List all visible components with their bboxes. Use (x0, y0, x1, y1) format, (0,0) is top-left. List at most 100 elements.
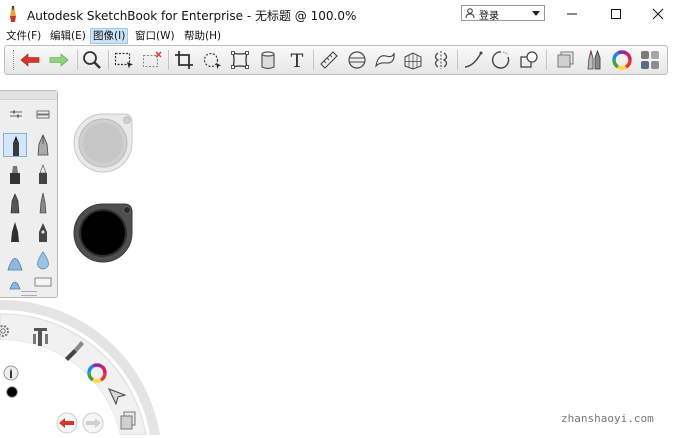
transform-button[interactable] (201, 49, 223, 71)
menu-bar: 文件(F) 编辑(E) 图像(I) 窗口(W) 帮助(H) (0, 28, 680, 44)
gear-icon[interactable] (0, 322, 12, 340)
user-icon (465, 8, 475, 18)
text-icon: T (291, 50, 304, 71)
water-drop-icon (37, 251, 49, 270)
airbrush-brush[interactable] (3, 249, 27, 273)
login-dropdown[interactable]: 登录 (461, 5, 545, 22)
ruler-button[interactable] (318, 49, 340, 71)
minimize-button[interactable] (554, 0, 590, 28)
brush-library-button[interactable] (583, 49, 605, 71)
marker-icon (10, 166, 20, 184)
toolbar-separator (546, 50, 547, 70)
french-curve-button[interactable] (374, 49, 396, 71)
redo-arrow-icon (49, 53, 69, 67)
select-clear-button[interactable] (141, 49, 163, 71)
toolbar-separator (108, 50, 109, 70)
svg-text:T: T (291, 50, 304, 71)
distort-icon (231, 51, 249, 69)
crop-button[interactable] (173, 49, 195, 71)
zoom-button[interactable] (81, 49, 103, 71)
menu-image[interactable]: 图像(I) (90, 28, 129, 44)
brush-size-puck[interactable] (72, 112, 134, 174)
brush-library-icon[interactable] (35, 108, 51, 120)
ellipse-guide-icon (348, 51, 366, 69)
ink-pen-icon (10, 193, 20, 214)
redo-button[interactable] (48, 49, 70, 71)
brush-tool-icon[interactable] (62, 338, 86, 362)
stroke-button[interactable] (462, 49, 484, 71)
close-button[interactable] (640, 0, 676, 28)
felt-pen-icon (39, 164, 47, 184)
brush-palette-resize-handle[interactable] (21, 291, 37, 296)
layers-icon[interactable] (118, 410, 138, 432)
pencil-brush[interactable] (3, 133, 27, 157)
symmetry-button[interactable] (430, 49, 452, 71)
undo-button[interactable] (19, 49, 41, 71)
toolbar-grip[interactable] (13, 50, 16, 70)
brush-pen-brush[interactable] (3, 220, 27, 244)
brush-indicator-icon[interactable] (2, 364, 20, 382)
magnifier-icon (83, 51, 101, 69)
rect-select-button[interactable] (113, 49, 135, 71)
felt-pen-brush[interactable] (31, 162, 55, 186)
brushes-icon (587, 49, 601, 70)
select-clear-icon (143, 51, 162, 67)
airbrush-icon (7, 258, 23, 271)
shapes-icon (520, 51, 538, 68)
french-curve-icon (375, 52, 395, 68)
perspective-button[interactable] (402, 49, 424, 71)
menu-window[interactable]: 窗口(W) (133, 29, 177, 43)
move-rotate-icon (203, 52, 221, 69)
calligraphy-brush[interactable] (31, 220, 55, 244)
color-wheel-icon (612, 50, 632, 70)
ink-pen-brush[interactable] (3, 191, 27, 215)
puck-light-icon (73, 113, 133, 173)
toolbox-icon[interactable] (30, 324, 52, 348)
technical-pen-brush[interactable] (31, 191, 55, 215)
copic-library-button[interactable] (639, 49, 661, 71)
window-title: Autodesk SketchBook for Enterprise - 无标题… (27, 9, 357, 23)
soft-brush[interactable] (31, 249, 55, 273)
lagoon-redo-button[interactable] (81, 412, 105, 434)
toolbar-separator (313, 50, 314, 70)
distort-button[interactable] (229, 49, 251, 71)
menu-file[interactable]: 文件(F) (4, 29, 43, 43)
color-wheel-button[interactable] (611, 49, 633, 71)
calligraphy-pen-icon (39, 223, 47, 242)
text-button[interactable]: T (286, 49, 308, 71)
technical-pen-icon (39, 192, 47, 214)
marker-brush[interactable] (3, 162, 27, 186)
layers-icon (557, 51, 574, 68)
paint-bucket-icon (261, 51, 275, 70)
shape-button[interactable] (518, 49, 540, 71)
ruler-icon (320, 51, 338, 69)
main-toolbar: T (4, 45, 668, 75)
puck-dark-icon (73, 203, 133, 263)
color-opacity-puck[interactable] (72, 202, 134, 264)
brush-palette-header[interactable] (0, 91, 57, 100)
ellipse-guide-button[interactable] (346, 49, 368, 71)
sketchbook-app-icon (6, 6, 20, 22)
pencil-icon (13, 136, 19, 156)
brush-properties-icon[interactable] (8, 108, 24, 120)
title-bar: Autodesk SketchBook for Enterprise - 无标题… (0, 0, 680, 28)
layers-button[interactable] (554, 49, 576, 71)
move-cursor-icon[interactable] (106, 386, 128, 406)
rect-select-icon (114, 52, 133, 69)
menu-edit[interactable]: 编辑(E) (48, 29, 88, 43)
menu-help[interactable]: 帮助(H) (182, 29, 223, 43)
current-color-swatch[interactable] (5, 385, 19, 399)
chevron-down-icon (532, 11, 540, 16)
color-wheel-icon[interactable] (86, 362, 108, 384)
predictive-stroke-button[interactable] (490, 49, 512, 71)
toolbar-separator (168, 50, 169, 70)
symmetry-icon (434, 51, 448, 69)
ballpoint-pen-brush[interactable] (31, 133, 55, 157)
swatch-grid-icon (641, 51, 659, 69)
crop-icon (175, 51, 193, 69)
maximize-button[interactable] (598, 0, 634, 28)
fill-button[interactable] (257, 49, 279, 71)
watermark-text: zhanshaoyi.com (561, 412, 654, 425)
lagoon-undo-button[interactable] (55, 412, 79, 434)
perspective-grid-icon (404, 52, 422, 70)
